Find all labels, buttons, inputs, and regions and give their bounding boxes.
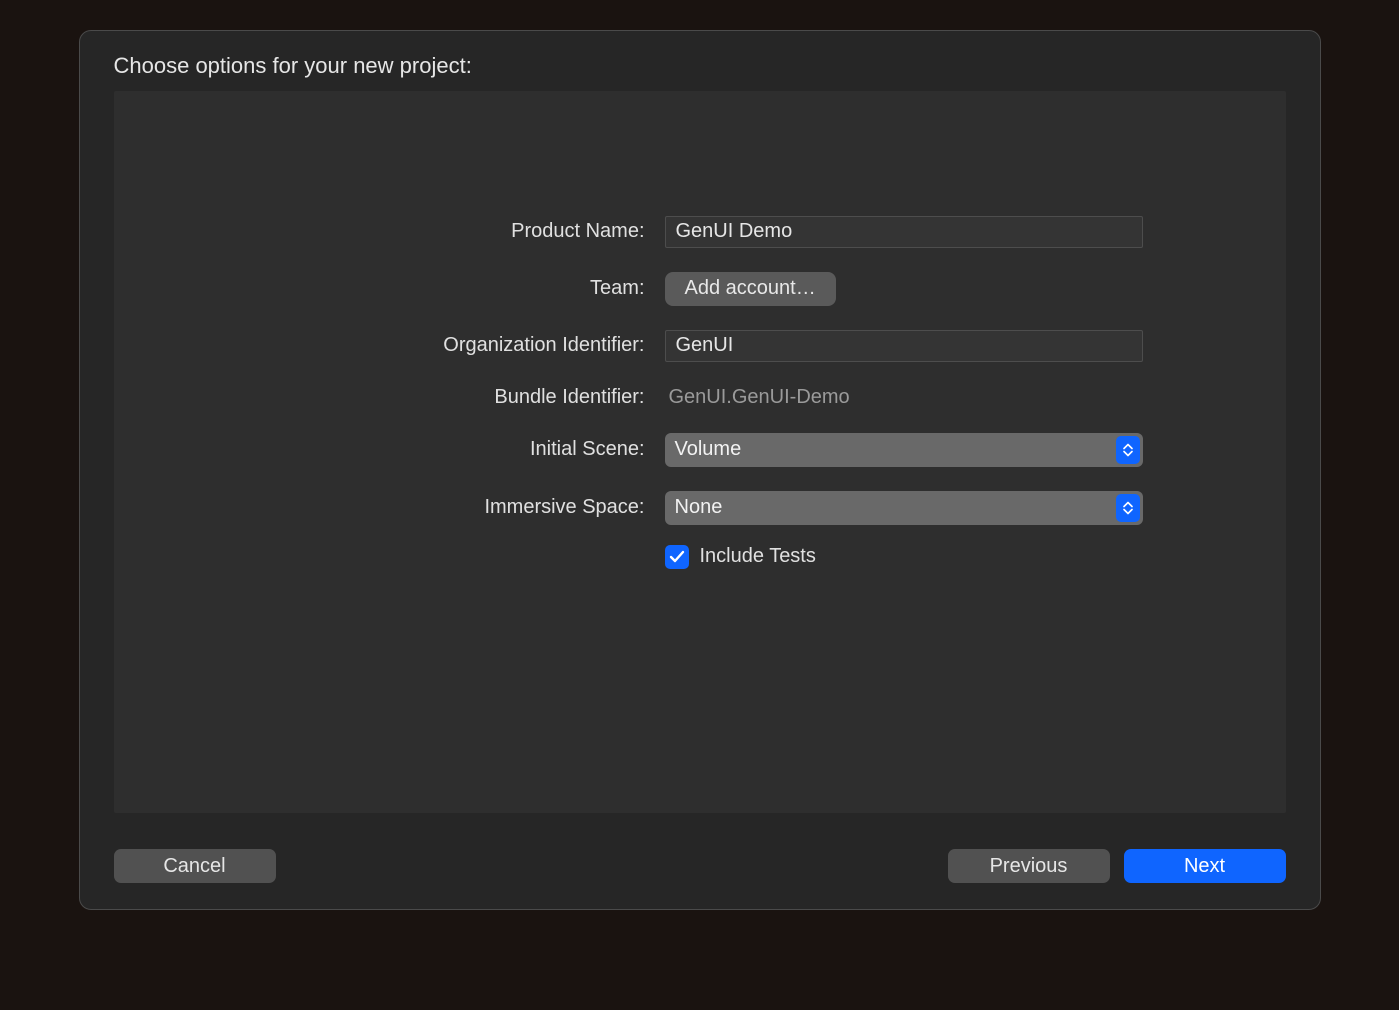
bundle-identifier-label: Bundle Identifier: — [255, 386, 645, 409]
sheet-title: Choose options for your new project: — [114, 53, 1286, 79]
next-button[interactable]: Next — [1124, 849, 1286, 883]
product-name-label: Product Name: — [255, 220, 645, 243]
previous-button[interactable]: Previous — [948, 849, 1110, 883]
project-options-sheet: Choose options for your new project: Pro… — [79, 30, 1321, 910]
bundle-identifier-value: GenUI.GenUI-Demo — [665, 386, 1145, 409]
content-container: Product Name: Team: Add account… Organiz… — [114, 91, 1286, 813]
updown-stepper-icon — [1116, 436, 1140, 464]
add-account-button[interactable]: Add account… — [665, 272, 836, 306]
include-tests-checkbox[interactable] — [665, 545, 689, 569]
initial-scene-value: Volume — [675, 438, 742, 461]
product-name-input[interactable] — [665, 216, 1143, 248]
immersive-space-value: None — [675, 496, 723, 519]
org-identifier-label: Organization Identifier: — [255, 334, 645, 357]
immersive-space-select[interactable]: None — [665, 491, 1143, 525]
initial-scene-select[interactable]: Volume — [665, 433, 1143, 467]
initial-scene-label: Initial Scene: — [255, 438, 645, 461]
updown-stepper-icon — [1116, 494, 1140, 522]
cancel-button[interactable]: Cancel — [114, 849, 276, 883]
button-row: Cancel Previous Next — [114, 849, 1286, 883]
org-identifier-input[interactable] — [665, 330, 1143, 362]
check-icon — [669, 550, 685, 564]
immersive-space-label: Immersive Space: — [255, 496, 645, 519]
include-tests-label: Include Tests — [700, 545, 816, 568]
team-label: Team: — [255, 277, 645, 300]
options-form: Product Name: Team: Add account… Organiz… — [255, 216, 1145, 569]
